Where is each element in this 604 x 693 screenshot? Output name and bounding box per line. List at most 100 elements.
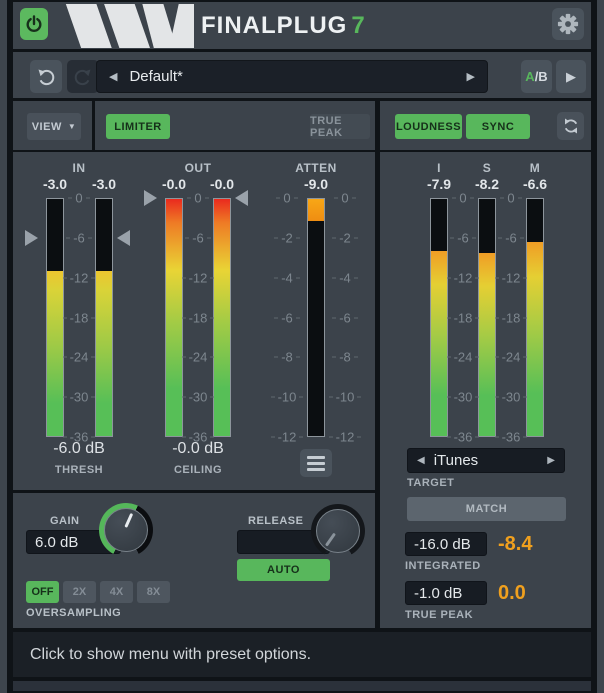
thresh-value[interactable]: -6.0 dB [39, 440, 119, 458]
m-meter-fill [527, 242, 543, 436]
redo-icon [73, 67, 93, 87]
scale-tick: -30 [445, 390, 481, 405]
ceiling-marker-right[interactable] [235, 190, 248, 206]
sm-scale: 0-6-12-18-24-30-36 [493, 198, 529, 437]
scale-tick: -6 [61, 230, 97, 245]
scale-tick: -8 [269, 350, 305, 365]
limiter-toggle[interactable]: LIMITER [106, 114, 170, 139]
gain-knob[interactable] [99, 503, 153, 557]
preset-name: Default* [129, 68, 454, 85]
undo-icon [36, 67, 56, 87]
play-icon: ▶ [566, 69, 576, 85]
scale-tick: -8 [327, 350, 363, 365]
scale-tick: -4 [327, 270, 363, 285]
preset-prev-icon[interactable]: ◀ [97, 70, 129, 83]
scale-tick: -12 [61, 270, 97, 285]
plugin-window: FINALPLUG7 [0, 0, 604, 693]
ab-compare-button[interactable]: A/B [521, 60, 552, 93]
gain-label: GAIN [50, 515, 80, 527]
loudness-toggle[interactable]: LOUDNESS [395, 114, 462, 139]
scale-tick: -30 [61, 390, 97, 405]
power-button[interactable] [20, 8, 48, 40]
scale-tick: -36 [445, 430, 481, 445]
loudness-panel: I S M -7.9 -8.2 -6.6 0-6-12-18-24-30-36 … [380, 152, 591, 628]
thresh-label: THRESH [39, 464, 119, 476]
atten-scale-right: 0-2-4-6-8-10-12 [327, 198, 363, 437]
scale-tick: -12 [180, 270, 216, 285]
integrated-input[interactable]: -16.0 dB [405, 532, 487, 556]
scale-tick: 0 [180, 191, 216, 206]
oversampling-off-button[interactable]: OFF [26, 581, 59, 603]
true-peak-input[interactable]: -1.0 dB [405, 581, 487, 605]
preset-next-icon[interactable]: ▶ [455, 70, 487, 83]
scale-tick: -2 [269, 230, 305, 245]
hamburger-icon [307, 456, 325, 459]
scale-tick: 0 [493, 191, 529, 206]
scale-tick: -18 [445, 310, 481, 325]
integrated-readout: -8.4 [498, 533, 532, 556]
resize-strip[interactable] [13, 681, 591, 691]
ceiling-marker-left[interactable] [144, 190, 157, 206]
ceiling-value[interactable]: -0.0 dB [158, 440, 238, 458]
target-value: iTunes [434, 452, 539, 469]
undo-button[interactable] [30, 60, 62, 93]
m-meter-label: M [505, 161, 565, 175]
auto-release-toggle[interactable]: AUTO [237, 559, 330, 581]
in-meter-right-fill [96, 271, 112, 436]
match-button[interactable]: MATCH [407, 497, 566, 521]
true-peak-label: TRUE PEAK [405, 609, 473, 621]
in-meter-right [95, 198, 113, 437]
settings-button[interactable] [552, 8, 584, 40]
true-peak-toggle[interactable]: TRUE PEAK [310, 114, 370, 139]
scale-tick: -6 [445, 230, 481, 245]
oversampling-8x-button[interactable]: 8X [137, 581, 170, 603]
in-meter-scale: 0-6-12-18-24-30-36 [61, 198, 97, 437]
preset-play-button[interactable]: ▶ [556, 60, 586, 93]
target-prev-icon[interactable]: ◀ [408, 455, 434, 466]
atten-meter-fill [308, 199, 324, 221]
scale-tick: -18 [61, 310, 97, 325]
cycle-icon [562, 117, 580, 135]
target-next-icon[interactable]: ▶ [538, 455, 564, 466]
atten-menu-button[interactable] [300, 449, 332, 477]
sync-toggle[interactable]: SYNC [466, 114, 530, 139]
scale-tick: -10 [269, 390, 305, 405]
atten-meter [307, 198, 325, 437]
scale-tick: -12 [493, 270, 529, 285]
scale-tick: -12 [445, 270, 481, 285]
target-label: TARGET [407, 477, 454, 489]
scale-tick: -12 [269, 430, 305, 445]
release-label: RELEASE [248, 515, 303, 527]
controls-panel: GAIN 6.0 dB RELEASE AUTO OFF2X4X8X OVERS… [13, 493, 375, 628]
oversampling-2x-button[interactable]: 2X [63, 581, 96, 603]
view-dropdown[interactable]: VIEW ▼ [27, 113, 81, 140]
chevron-down-icon: ▼ [68, 122, 76, 131]
status-text: Click to show menu with preset options. [30, 646, 311, 664]
scale-tick: 0 [327, 191, 363, 206]
scale-tick: -24 [180, 350, 216, 365]
integrated-label: INTEGRATED [405, 560, 481, 572]
threshold-marker-right[interactable] [117, 230, 130, 246]
atten-scale-left: 0-2-4-6-8-10-12 [269, 198, 305, 437]
loudness-section-toolbar: LOUDNESS SYNC [380, 101, 591, 150]
release-knob[interactable] [311, 504, 365, 558]
view-section: VIEW ▼ [13, 101, 92, 150]
scale-tick: 0 [445, 191, 481, 206]
preset-selector[interactable]: ◀ Default* ▶ [96, 60, 488, 93]
title-name: FINALPLUG [201, 12, 347, 39]
oversampling-4x-button[interactable]: 4X [100, 581, 133, 603]
out-meter-right-fill [214, 199, 230, 436]
redo-button[interactable] [67, 60, 99, 93]
brand-logo [58, 4, 198, 48]
threshold-marker-left[interactable] [25, 230, 38, 246]
refresh-button[interactable] [557, 112, 584, 140]
preset-bar: ◀ Default* ▶ A/B ▶ [13, 52, 591, 98]
status-bar[interactable]: Click to show menu with preset options. [13, 632, 591, 677]
scale-tick: 0 [269, 191, 305, 206]
scale-tick: -4 [269, 270, 305, 285]
ab-label-b: /B [535, 69, 548, 84]
scale-tick: -18 [493, 310, 529, 325]
ceiling-label: CEILING [158, 464, 238, 476]
oversampling-label: OVERSAMPLING [26, 607, 121, 619]
target-selector[interactable]: ◀ iTunes ▶ [407, 448, 565, 473]
